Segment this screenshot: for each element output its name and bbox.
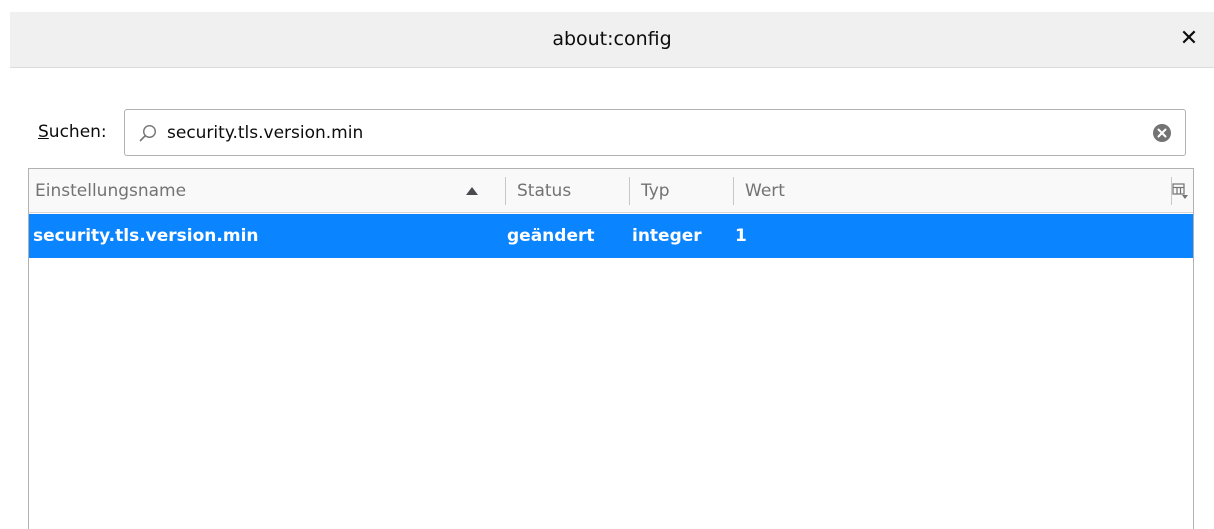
clear-icon[interactable] [1151, 122, 1173, 144]
column-header-status[interactable]: Status [517, 169, 617, 213]
column-header-value[interactable]: Wert [745, 169, 1165, 213]
pref-name: security.tls.version.min [33, 226, 259, 246]
pref-status: geändert [507, 226, 595, 246]
column-divider[interactable] [733, 177, 734, 205]
close-button[interactable]: ✕ [1172, 22, 1206, 56]
column-divider[interactable] [629, 177, 630, 205]
sort-ascending-icon [466, 187, 478, 195]
dialog-title: about:config [552, 28, 672, 50]
close-icon: ✕ [1179, 26, 1199, 51]
search-label: Suchen: [38, 122, 107, 142]
search-icon [139, 124, 157, 142]
preferences-table: Einstellungsname Status Typ Wert securit… [28, 168, 1194, 529]
pref-type: integer [632, 226, 702, 246]
column-header-name[interactable]: Einstellungsname [35, 169, 505, 213]
search-label-text: uchen: [48, 122, 107, 142]
column-picker-icon[interactable] [1171, 181, 1189, 201]
table-row[interactable]: security.tls.version.min geändert intege… [29, 214, 1193, 258]
pref-value: 1 [735, 226, 747, 246]
column-header-type[interactable]: Typ [641, 169, 721, 213]
search-input[interactable] [167, 118, 1127, 148]
table-header: Einstellungsname Status Typ Wert [29, 169, 1193, 213]
search-label-accesskey: S [38, 122, 49, 142]
dialog-titlebar: about:config ✕ [10, 12, 1214, 68]
search-box[interactable] [124, 109, 1186, 156]
column-divider[interactable] [505, 177, 506, 205]
